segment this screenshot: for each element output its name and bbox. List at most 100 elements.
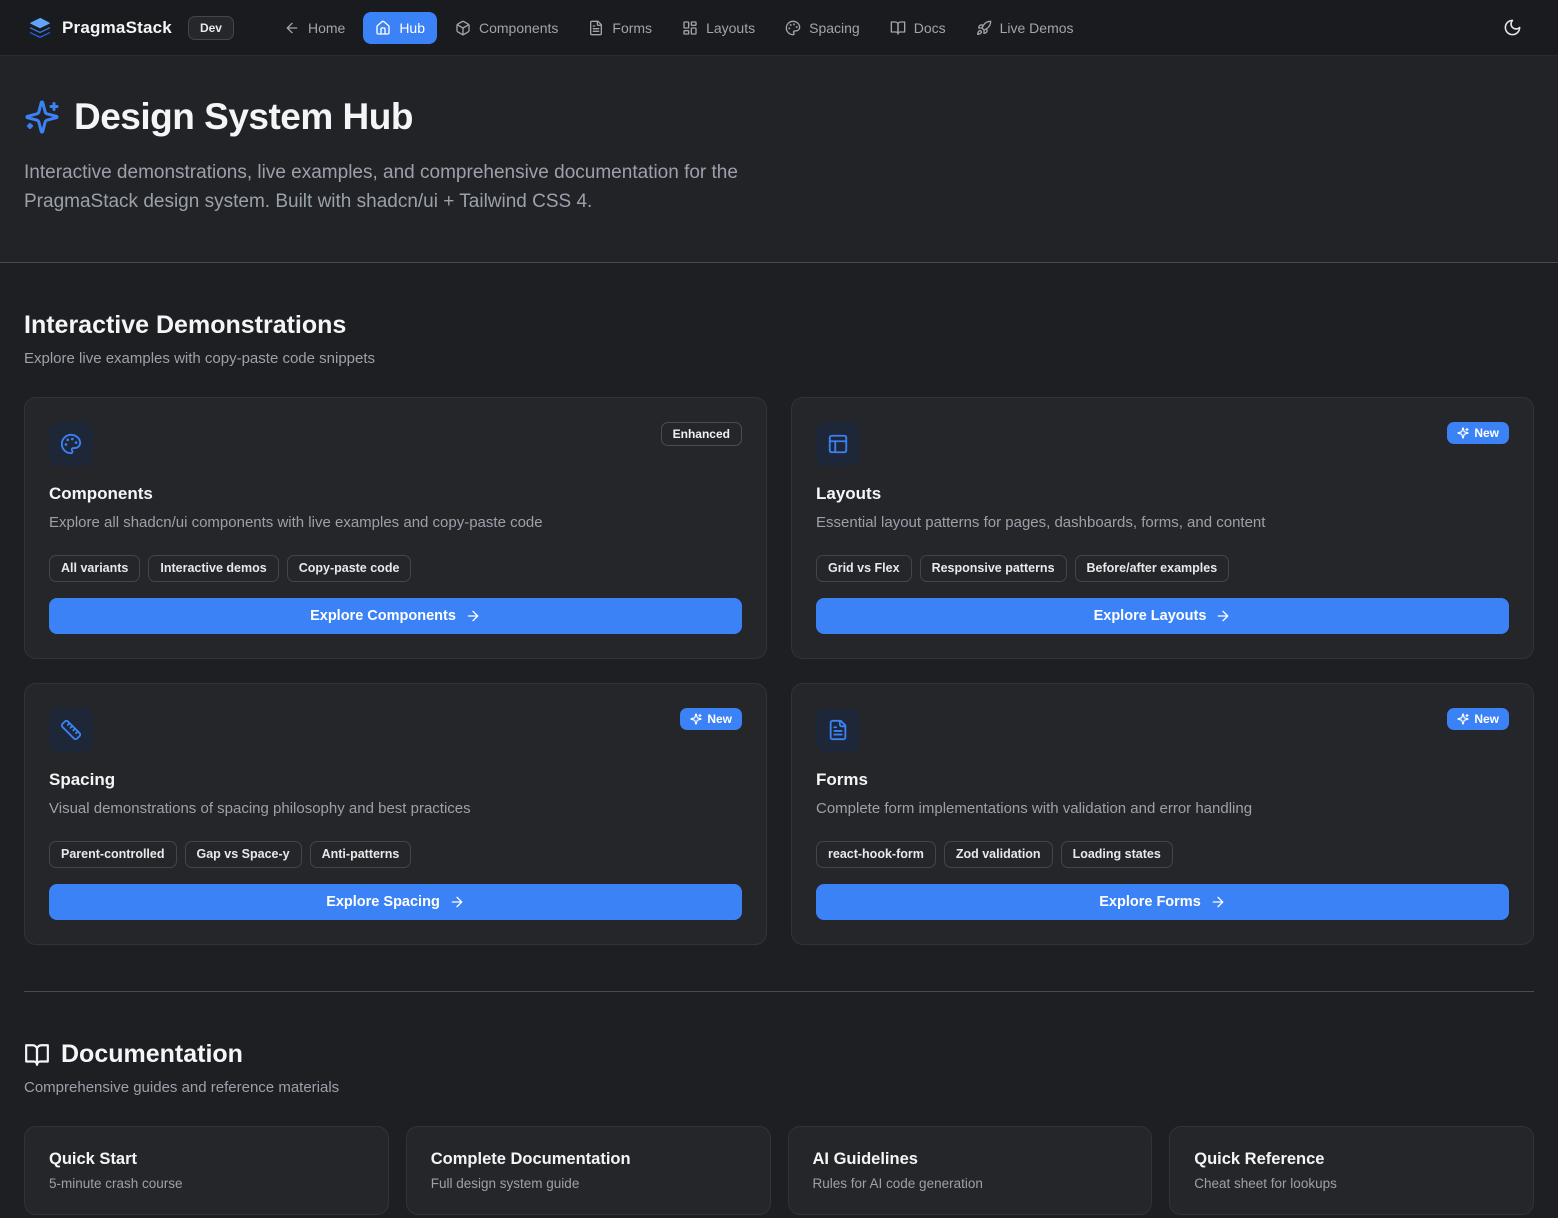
nav-label: Docs — [914, 20, 946, 36]
doc-card-title: Complete Documentation — [431, 1150, 746, 1169]
book-open-icon — [890, 20, 906, 36]
explore-layouts-button[interactable]: Explore Layouts — [816, 598, 1509, 634]
demos-section-subheading: Explore live examples with copy-paste co… — [24, 350, 1534, 367]
docs-section-subheading: Comprehensive guides and reference mater… — [24, 1079, 1534, 1096]
status-badge-enhanced: Enhanced — [661, 422, 742, 446]
tag: Responsive patterns — [920, 555, 1067, 582]
book-open-icon — [24, 1042, 50, 1068]
demo-card-grid: Enhanced Components Explore all shadcn/u… — [24, 397, 1534, 945]
layout-dashboard-icon — [682, 20, 698, 36]
card-description: Visual demonstrations of spacing philoso… — [49, 798, 742, 819]
palette-icon — [49, 422, 93, 466]
doc-card-quick-reference[interactable]: Quick Reference Cheat sheet for lookups — [1169, 1126, 1534, 1215]
layers-logo-icon — [28, 16, 52, 40]
theme-toggle-button[interactable] — [1494, 10, 1530, 46]
card-description: Explore all shadcn/ui components with li… — [49, 512, 742, 533]
doc-card-subtitle: Rules for AI code generation — [813, 1176, 1128, 1191]
sparkles-icon — [24, 99, 60, 135]
card-title: Forms — [816, 770, 1509, 790]
arrow-right-icon — [449, 894, 465, 910]
tag: Copy-paste code — [287, 555, 412, 582]
badge-label: New — [707, 712, 732, 726]
tag-row: All variants Interactive demos Copy-past… — [49, 555, 742, 582]
docs-heading-label: Documentation — [61, 1040, 243, 1069]
doc-card-title: Quick Reference — [1194, 1150, 1509, 1169]
badge-label: New — [1474, 426, 1499, 440]
tag: react-hook-form — [816, 841, 936, 868]
card-title: Components — [49, 484, 742, 504]
nav-label: Components — [479, 20, 558, 36]
top-navigation-bar: PragmaStack Dev Home Hub Components Fo — [0, 0, 1558, 56]
main-nav: Home Hub Components Forms Layouts — [272, 12, 1086, 44]
arrow-right-icon — [1210, 894, 1226, 910]
arrow-right-icon — [1215, 608, 1231, 624]
nav-label: Hub — [399, 20, 425, 36]
tag-row: Parent-controlled Gap vs Space-y Anti-pa… — [49, 841, 742, 868]
explore-components-button[interactable]: Explore Components — [49, 598, 742, 634]
nav-item-hub[interactable]: Hub — [363, 12, 437, 44]
doc-card-quick-start[interactable]: Quick Start 5-minute crash course — [24, 1126, 389, 1215]
tag: Before/after examples — [1075, 555, 1230, 582]
brand[interactable]: PragmaStack Dev — [28, 16, 234, 40]
nav-label: Layouts — [706, 20, 755, 36]
file-text-icon — [816, 708, 860, 752]
status-badge-new: New — [1447, 422, 1509, 444]
nav-label: Spacing — [809, 20, 860, 36]
tag-row: Grid vs Flex Responsive patterns Before/… — [816, 555, 1509, 582]
tag: Parent-controlled — [49, 841, 177, 868]
palette-icon — [785, 20, 801, 36]
badge-label: New — [1474, 712, 1499, 726]
doc-card-title: Quick Start — [49, 1150, 364, 1169]
docs-section-heading: Documentation — [24, 1040, 1534, 1069]
ruler-icon — [49, 708, 93, 752]
tag-row: react-hook-form Zod validation Loading s… — [816, 841, 1509, 868]
nav-item-live-demos[interactable]: Live Demos — [964, 12, 1086, 44]
doc-card-grid: Quick Start 5-minute crash course Comple… — [24, 1126, 1534, 1215]
doc-card-subtitle: Cheat sheet for lookups — [1194, 1176, 1509, 1191]
dev-badge: Dev — [188, 16, 234, 40]
doc-card-complete-documentation[interactable]: Complete Documentation Full design syste… — [406, 1126, 771, 1215]
package-icon — [455, 20, 471, 36]
brand-name: PragmaStack — [62, 18, 172, 38]
tag: Anti-patterns — [310, 841, 412, 868]
card-title: Spacing — [49, 770, 742, 790]
rocket-icon — [976, 20, 992, 36]
hero-section: Design System Hub Interactive demonstrat… — [0, 56, 1558, 263]
tag: Interactive demos — [148, 555, 278, 582]
nav-item-forms[interactable]: Forms — [576, 12, 664, 44]
sparkles-icon — [1457, 713, 1469, 725]
nav-item-home[interactable]: Home — [272, 12, 357, 44]
explore-spacing-button[interactable]: Explore Spacing — [49, 884, 742, 920]
section-divider — [24, 991, 1534, 992]
tag: Gap vs Space-y — [185, 841, 302, 868]
sparkles-icon — [690, 713, 702, 725]
tag: Zod validation — [944, 841, 1053, 868]
file-text-icon — [588, 20, 604, 36]
sparkles-icon — [1457, 427, 1469, 439]
nav-item-components[interactable]: Components — [443, 12, 570, 44]
nav-item-spacing[interactable]: Spacing — [773, 12, 872, 44]
demo-card-components: Enhanced Components Explore all shadcn/u… — [24, 397, 767, 659]
status-badge-new: New — [1447, 708, 1509, 730]
status-badge-new: New — [680, 708, 742, 730]
page-subtitle: Interactive demonstrations, live example… — [24, 158, 764, 216]
demos-section-heading: Interactive Demonstrations — [24, 311, 1534, 340]
doc-card-title: AI Guidelines — [813, 1150, 1128, 1169]
doc-card-ai-guidelines[interactable]: AI Guidelines Rules for AI code generati… — [788, 1126, 1153, 1215]
card-description: Essential layout patterns for pages, das… — [816, 512, 1509, 533]
card-title: Layouts — [816, 484, 1509, 504]
nav-label: Home — [308, 20, 345, 36]
page-title: Design System Hub — [74, 96, 413, 138]
nav-item-layouts[interactable]: Layouts — [670, 12, 767, 44]
explore-forms-button[interactable]: Explore Forms — [816, 884, 1509, 920]
button-label: Explore Components — [310, 608, 456, 624]
nav-label: Live Demos — [1000, 20, 1074, 36]
doc-card-subtitle: 5-minute crash course — [49, 1176, 364, 1191]
demo-card-spacing: New Spacing Visual demonstrations of spa… — [24, 683, 767, 945]
moon-icon — [1503, 18, 1522, 37]
nav-item-docs[interactable]: Docs — [878, 12, 958, 44]
house-icon — [375, 20, 391, 36]
doc-card-subtitle: Full design system guide — [431, 1176, 746, 1191]
tag: Grid vs Flex — [816, 555, 912, 582]
arrow-left-icon — [284, 20, 300, 36]
